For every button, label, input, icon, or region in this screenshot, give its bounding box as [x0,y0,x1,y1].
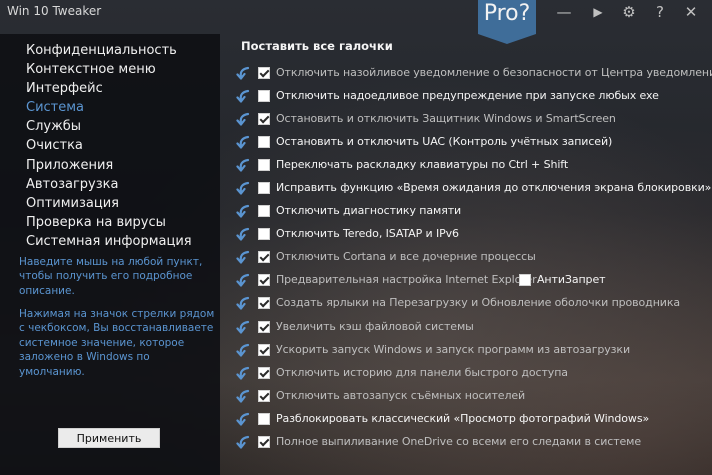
antizapret-label[interactable]: АнтиЗапрет [537,273,606,286]
option-label[interactable]: Создать ярлыки на Перезагрузку и Обновле… [276,296,680,309]
option-checkbox[interactable] [258,159,270,172]
hint-hover: Наведите мышь на любой пункт, чтобы полу… [19,256,203,297]
option-label[interactable]: Остановить и отключить UAC (Контроль учё… [276,135,612,148]
restore-default-arrow-icon[interactable] [236,342,250,357]
gear-icon[interactable]: ⚙ [618,2,640,22]
option-label[interactable]: Исправить функцию «Время ожидания до отк… [276,181,711,194]
title-bar: Win 10 Tweaker Pro? — ▶ ⚙ ? ✕ [0,0,712,44]
check-all-link[interactable]: Поставить все галочки [241,39,393,53]
restore-default-arrow-icon[interactable] [236,134,250,149]
restore-default-arrow-icon[interactable] [236,203,250,218]
sidebar-item-7[interactable]: Автозагрузка [26,175,192,194]
option-label[interactable]: Разблокировать классический «Просмотр фо… [276,412,649,425]
option-label[interactable]: Полное выпиливание OneDrive со всеми его… [276,435,641,448]
sidebar-item-4[interactable]: Службы [26,117,192,136]
sidebar-item-2[interactable]: Интерфейс [26,79,192,98]
option-label[interactable]: Отключить историю для панели быстрого до… [276,366,568,379]
option-label[interactable]: Остановить и отключить Защитник Windows … [276,112,616,125]
restore-default-arrow-icon[interactable] [236,226,250,241]
restore-default-arrow-icon[interactable] [236,295,250,311]
minimize-icon[interactable]: — [553,2,575,22]
hint-restore: Нажимая на значок стрелки рядом с чекбок… [19,308,215,378]
sidebar-item-8[interactable]: Оптимизация [26,194,192,213]
option-label[interactable]: Увеличить кэш файловой системы [276,320,474,333]
option-checkbox[interactable] [258,435,270,448]
apply-button[interactable]: Применить [58,428,160,448]
option-label[interactable]: Отключить Teredo, ISATAP и IPv6 [276,227,459,240]
option-checkbox[interactable] [258,366,270,379]
restore-default-arrow-icon[interactable] [236,272,250,288]
sidebar-item-3[interactable]: Система [26,98,192,117]
restore-default-arrow-icon[interactable] [236,88,250,103]
option-checkbox[interactable] [258,205,270,218]
pro-badge-button[interactable]: Pro? [478,0,536,44]
option-checkbox[interactable] [258,136,270,149]
restore-default-arrow-icon[interactable] [236,111,250,126]
help-icon[interactable]: ? [649,2,671,22]
option-checkbox[interactable] [258,67,270,79]
restore-default-arrow-icon[interactable] [236,180,250,195]
play-icon[interactable]: ▶ [587,2,609,22]
option-checkbox[interactable] [258,343,270,356]
close-icon[interactable]: ✕ [680,2,702,22]
restore-default-arrow-icon[interactable] [236,411,250,426]
option-label[interactable]: Переключать раскладку клавиатуры по Ctrl… [276,158,568,171]
option-checkbox[interactable] [258,228,270,241]
option-label[interactable]: Отключить автозапуск съёмных носителей [276,389,525,402]
option-checkbox[interactable] [258,182,270,195]
option-label[interactable]: Предварительная настройка Internet Explo… [276,273,537,286]
option-checkbox[interactable] [258,113,270,126]
restore-default-arrow-icon[interactable] [236,365,250,380]
option-label[interactable]: Отключить назойливое уведомление о безоп… [276,66,712,79]
sidebar: Конфиденциальность Контекстное меню Интерф… [0,34,220,475]
sidebar-item-1[interactable]: Контекстное меню [26,60,192,79]
sidebar-item-10[interactable]: Системная информация [26,232,192,251]
option-checkbox[interactable] [258,90,270,103]
option-checkbox[interactable] [258,412,270,425]
sidebar-item-9[interactable]: Проверка на вирусы [26,213,192,232]
restore-default-arrow-icon[interactable] [236,157,250,172]
option-checkbox[interactable] [258,251,270,264]
restore-default-arrow-icon[interactable] [236,319,250,334]
sidebar-item-0[interactable]: Конфиденциальность [26,41,192,60]
antizapret-checkbox[interactable] [519,274,531,287]
option-label[interactable]: Отключить диагностику памяти [276,204,461,217]
option-checkbox[interactable] [258,389,270,402]
restore-default-arrow-icon[interactable] [236,388,250,403]
option-label[interactable]: Ускорить запуск Windows и запуск програм… [276,343,630,356]
sidebar-nav: Конфиденциальность Контекстное меню Интерф… [26,41,192,251]
option-checkbox[interactable] [258,274,270,287]
restore-default-arrow-icon[interactable] [236,65,250,80]
option-label[interactable]: Отключить надоедливое предупреждение при… [276,89,659,102]
option-checkbox[interactable] [258,320,270,333]
restore-default-arrow-icon[interactable] [236,434,250,449]
sidebar-item-6[interactable]: Приложения [26,156,192,175]
restore-default-arrow-icon[interactable] [236,249,250,264]
sidebar-item-5[interactable]: Очистка [26,136,192,155]
window-title: Win 10 Tweaker [7,4,102,18]
option-label[interactable]: Отключить Cortana и все дочерние процесс… [276,250,536,263]
option-checkbox[interactable] [258,297,270,310]
